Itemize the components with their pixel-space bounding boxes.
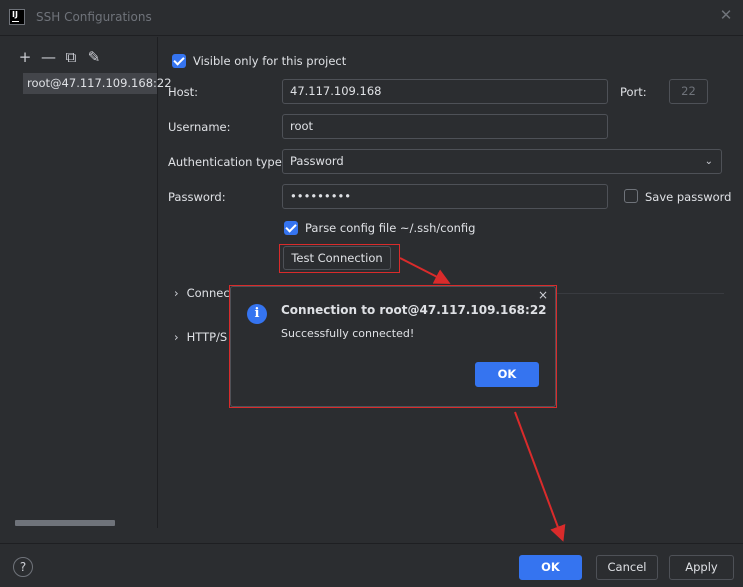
- dialog-ok-button[interactable]: OK: [475, 362, 539, 387]
- sidebar: + — ⧉ ✎ root@47.117.109.168:22: [0, 37, 172, 528]
- intellij-icon: IJ: [9, 9, 25, 25]
- host-input[interactable]: 47.117.109.168: [282, 79, 608, 104]
- host-label: Host:: [168, 85, 199, 99]
- apply-button[interactable]: Apply: [669, 555, 734, 580]
- close-icon[interactable]: ×: [537, 289, 549, 301]
- section-connection-label: Connec: [186, 286, 230, 300]
- chevron-right-icon: ›: [174, 286, 179, 300]
- connection-result-dialog: i Connection to root@47.117.109.168:22 S…: [230, 286, 556, 407]
- visible-only-label: Visible only for this project: [193, 54, 347, 68]
- dialog-title: Connection to root@47.117.109.168:22: [281, 303, 547, 317]
- chevron-down-icon: ⌄: [704, 156, 713, 167]
- info-icon: i: [247, 304, 267, 324]
- port-label: Port:: [620, 85, 647, 99]
- auth-type-select[interactable]: Password ⌄: [282, 149, 722, 174]
- sidebar-item-ssh-config[interactable]: root@47.117.109.168:22: [23, 73, 172, 94]
- cancel-button[interactable]: Cancel: [596, 555, 658, 580]
- dialog-message: Successfully connected!: [281, 327, 415, 340]
- port-input[interactable]: 22: [669, 79, 708, 104]
- remove-icon[interactable]: —: [41, 49, 56, 65]
- copy-icon[interactable]: ⧉: [64, 49, 78, 65]
- section-http-proxy[interactable]: › HTTP/S: [174, 330, 227, 344]
- close-icon[interactable]: ✕: [719, 8, 733, 23]
- auth-type-label: Authentication type:: [168, 155, 286, 169]
- sidebar-toolbar: + — ⧉ ✎: [18, 49, 101, 65]
- add-icon[interactable]: +: [18, 49, 32, 65]
- ok-button[interactable]: OK: [519, 555, 582, 580]
- username-label: Username:: [168, 120, 231, 134]
- edit-icon[interactable]: ✎: [87, 49, 101, 65]
- window-title: SSH Configurations: [36, 10, 152, 24]
- title-bar: IJ SSH Configurations ✕: [0, 0, 743, 36]
- annotation-box-test: [279, 244, 400, 273]
- footer: ? OK Cancel Apply: [0, 543, 743, 587]
- save-password-checkbox[interactable]: [624, 189, 638, 203]
- save-password-label: Save password: [645, 190, 732, 204]
- help-icon[interactable]: ?: [13, 557, 33, 577]
- section-connection[interactable]: › Connec: [174, 286, 230, 300]
- parse-config-label: Parse config file ~/.ssh/config: [305, 221, 476, 235]
- visible-only-checkbox[interactable]: [172, 54, 186, 68]
- password-input[interactable]: •••••••••: [282, 184, 608, 209]
- auth-type-value: Password: [290, 154, 344, 168]
- username-input[interactable]: root: [282, 114, 608, 139]
- section-http-proxy-label: HTTP/S: [186, 330, 228, 344]
- horizontal-scrollbar[interactable]: [15, 520, 115, 526]
- config-form: Visible only for this project Host: 47.1…: [159, 37, 743, 528]
- parse-config-checkbox[interactable]: [284, 221, 298, 235]
- chevron-right-icon: ›: [174, 330, 179, 344]
- password-label: Password:: [168, 190, 226, 204]
